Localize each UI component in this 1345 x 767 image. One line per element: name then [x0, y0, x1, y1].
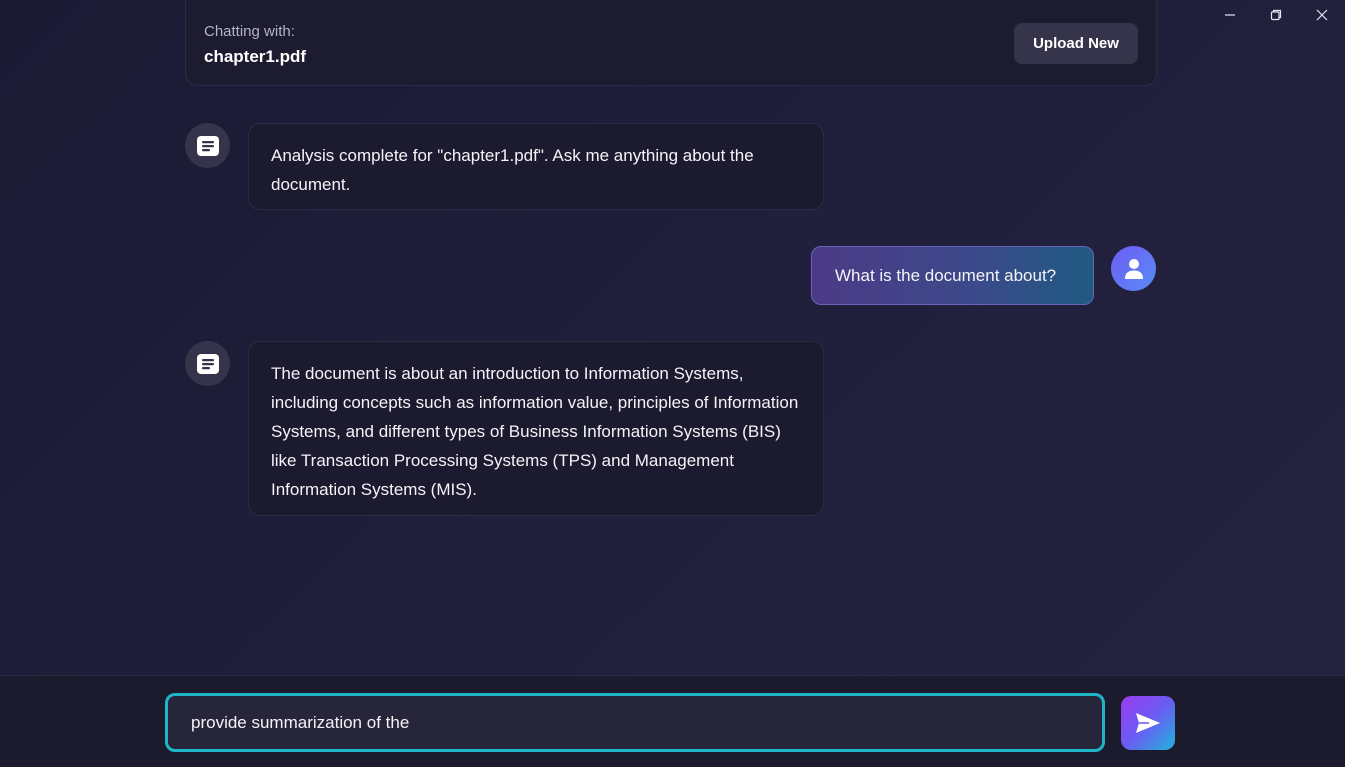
send-icon [1136, 713, 1160, 733]
upload-new-button[interactable]: Upload New [1014, 23, 1138, 64]
window-controls [1207, 0, 1345, 30]
user-icon [1124, 258, 1143, 279]
composer-bar [0, 675, 1345, 767]
chat-header: Chatting with: chapter1.pdf Upload New [185, 0, 1157, 86]
bot-avatar [185, 341, 230, 386]
restore-icon [1270, 9, 1282, 21]
minimize-icon [1225, 14, 1235, 16]
chatting-with-label: Chatting with: [204, 23, 295, 40]
close-icon [1316, 9, 1328, 21]
minimize-button[interactable] [1207, 0, 1253, 30]
document-icon [196, 135, 219, 156]
close-button[interactable] [1299, 0, 1345, 30]
user-avatar [1111, 246, 1156, 291]
bot-message: Analysis complete for "chapter1.pdf". As… [248, 123, 824, 210]
message-input[interactable] [165, 693, 1105, 752]
send-button[interactable] [1121, 696, 1175, 750]
bot-message: The document is about an introduction to… [248, 341, 824, 516]
user-message: What is the document about? [811, 246, 1094, 305]
bot-avatar [185, 123, 230, 168]
user-message-text: What is the document about? [835, 266, 1057, 285]
document-icon [196, 353, 219, 374]
file-name: chapter1.pdf [204, 47, 307, 66]
restore-button[interactable] [1253, 0, 1299, 30]
